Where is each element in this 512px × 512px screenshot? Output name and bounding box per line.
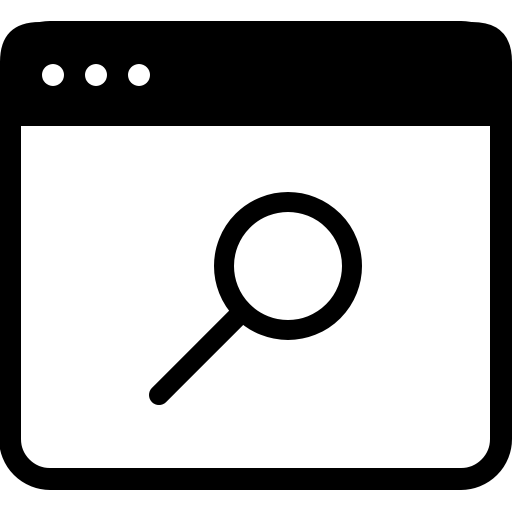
window-dot-2	[85, 64, 107, 86]
window-dot-1	[42, 64, 64, 86]
icon-canvas	[0, 0, 512, 512]
window-dot-3	[128, 64, 150, 86]
window-controls	[42, 64, 150, 86]
browser-window-search-icon	[0, 21, 512, 490]
window-title-bar	[0, 22, 512, 126]
